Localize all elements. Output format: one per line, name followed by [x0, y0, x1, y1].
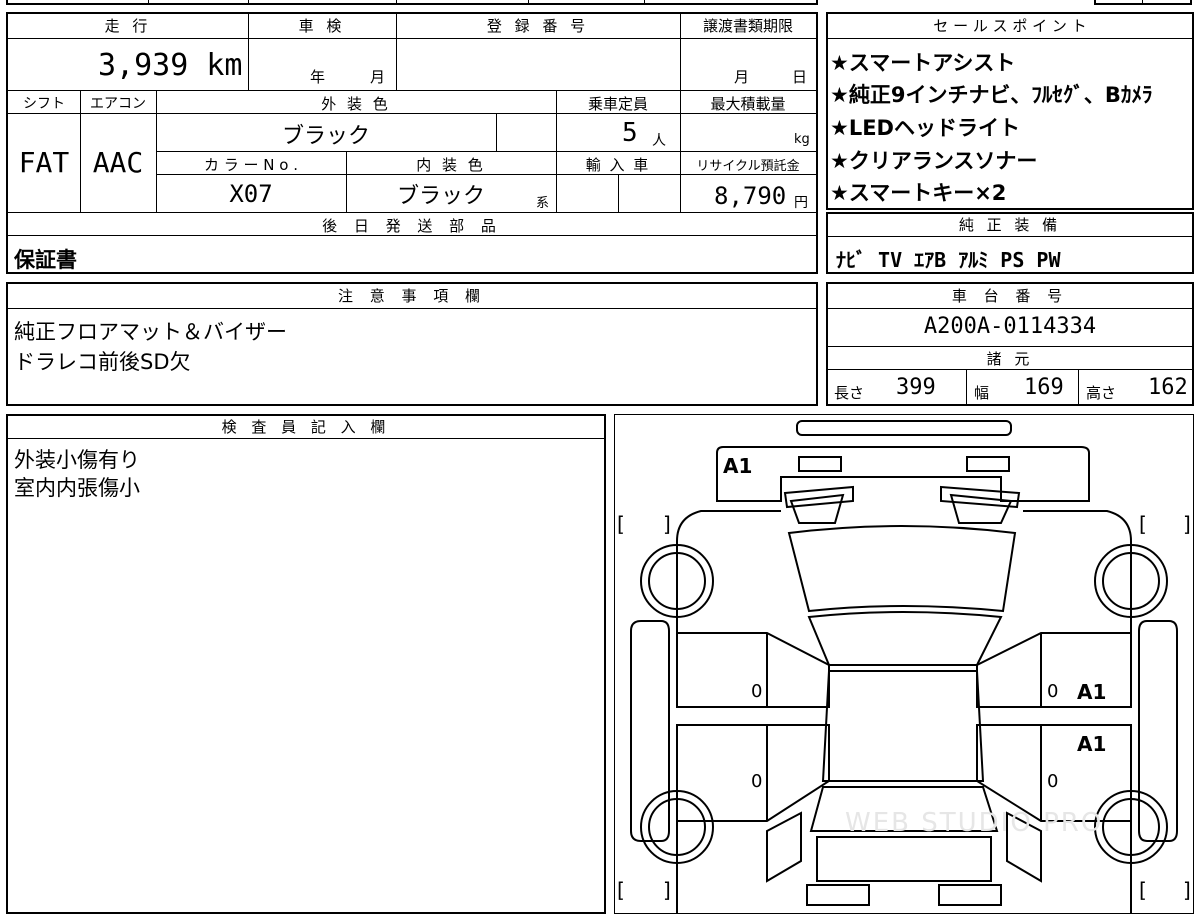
- sales-point-item: ★スマートアシスト: [830, 51, 1016, 75]
- sales-point-item: ★LEDヘッドライト: [830, 116, 1020, 140]
- chassis-specs-box: 車 台 番 号 A200A-0114334 諸 元 長さ 399 幅 169 高…: [826, 282, 1194, 406]
- inspector-box: 検 査 員 記 入 欄 外装小傷有り 室内内張傷小: [6, 414, 606, 914]
- later-parts-value: 保証書: [14, 248, 77, 272]
- inspector-note-item: 外装小傷有り: [14, 448, 140, 472]
- color-no-label: カ ラ ー N o .: [203, 156, 298, 174]
- max-load-unit: kg: [794, 132, 810, 147]
- bracket: [: [617, 878, 625, 902]
- transfer-deadline-label: 譲渡書類期限: [702, 17, 793, 35]
- car-outline: A1 A1 A1 0 0 0 0 [ ] [ ] [ ] [ ] WEB STU…: [617, 420, 1191, 913]
- length-value: 399: [896, 375, 936, 400]
- bracket: [: [617, 512, 625, 536]
- transfer-month: 月: [734, 68, 750, 86]
- mileage-value: 3,939 km: [98, 48, 243, 83]
- zero-mark: 0: [1047, 771, 1058, 792]
- sales-points-box: セ ー ル ス ポ イ ン ト ★スマートアシスト ★純正9インチナビ、ﾌﾙｾｸ…: [826, 12, 1194, 210]
- top-strip-right: [1094, 0, 1192, 5]
- width-label: 幅: [974, 384, 990, 402]
- zero-mark: 0: [751, 771, 762, 792]
- factory-equipment-label: 純 正 装 備: [958, 216, 1062, 234]
- note-item: 純正フロアマット＆バイザー: [14, 320, 287, 344]
- sales-points-label: セ ー ル ス ポ イ ン ト: [933, 17, 1087, 35]
- mileage-label: 走 行: [104, 17, 152, 35]
- vehicle-info-table: 走 行 車 検 登 録 番 号 譲渡書類期限 3,939 km 年 月 月 日 …: [6, 12, 818, 274]
- bracket: ]: [663, 878, 671, 902]
- recycle-label: リサイクル預託金: [696, 159, 800, 174]
- damage-mark: A1: [1077, 732, 1106, 756]
- note-item: ドラレコ前後SD欠: [14, 350, 191, 374]
- zero-mark: 0: [751, 681, 762, 702]
- shift-label: シフト: [23, 96, 65, 112]
- inspection-label: 車 検: [298, 17, 346, 35]
- specs-label: 諸 元: [986, 350, 1034, 368]
- registration-label: 登 録 番 号: [486, 17, 590, 35]
- capacity-unit: 人: [652, 133, 666, 149]
- import-label: 輸 入 車: [585, 156, 651, 174]
- bracket: [: [1139, 878, 1147, 902]
- top-strip: [6, 0, 818, 5]
- max-load-label: 最大積載量: [710, 95, 786, 113]
- aircon-label: エアコン: [90, 96, 146, 112]
- inspector-label: 検 査 員 記 入 欄: [221, 418, 391, 436]
- interior-color-value: ブラック: [396, 184, 485, 209]
- interior-color-suffix: 系: [536, 196, 550, 211]
- transfer-day: 日: [792, 68, 808, 86]
- capacity-label: 乗車定員: [587, 95, 648, 113]
- inspection-month: 月: [370, 68, 386, 86]
- sales-point-item: ★クリアランスソナー: [830, 149, 1038, 173]
- chassis-number: A200A-0114334: [923, 314, 1097, 339]
- factory-equipment-value: ﾅﾋﾞ TV ｴｱB ｱﾙﾐ PS PW: [836, 248, 1061, 272]
- zero-mark: 0: [1047, 681, 1058, 702]
- recycle-fee-unit: 円: [794, 195, 808, 211]
- interior-label: 内 装 色: [416, 156, 486, 174]
- exterior-color-value: ブラック: [281, 124, 370, 149]
- damage-diagram: A1 A1 A1 0 0 0 0 [ ] [ ] [ ] [ ] WEB STU…: [614, 414, 1194, 914]
- chassis-label: 車 台 番 号: [951, 287, 1069, 305]
- damage-mark: A1: [1077, 680, 1106, 704]
- bracket: [: [1139, 512, 1147, 536]
- length-label: 長さ: [834, 384, 865, 402]
- inspector-note-item: 室内内張傷小: [14, 476, 140, 500]
- shift-value: FAT: [18, 146, 70, 179]
- height-value: 162: [1148, 375, 1188, 400]
- sales-point-item: ★純正9インチナビ、ﾌﾙｾｸﾞ、Bｶﾒﾗ: [830, 83, 1153, 107]
- bracket: ]: [1183, 512, 1191, 536]
- height-label: 高さ: [1086, 384, 1117, 402]
- watermark: WEB STUDIO PRO: [845, 808, 1103, 838]
- sales-point-item: ★スマートキー×2: [830, 181, 1007, 205]
- color-no-value: X07: [229, 180, 273, 208]
- inspection-year: 年: [310, 68, 326, 86]
- width-value: 169: [1024, 375, 1064, 400]
- exterior-label: 外 装 色: [321, 95, 391, 113]
- notes-box: 注 意 事 項 欄 純正フロアマット＆バイザー ドラレコ前後SD欠: [6, 282, 818, 406]
- aircon-value: AAC: [92, 146, 144, 179]
- bracket: ]: [663, 512, 671, 536]
- capacity-value: 5: [622, 118, 638, 148]
- recycle-fee-value: 8,790: [714, 182, 787, 210]
- damage-mark: A1: [723, 454, 752, 478]
- bracket: ]: [1183, 878, 1191, 902]
- notes-label: 注 意 事 項 欄: [337, 287, 487, 305]
- later-parts-label: 後 日 発 送 部 品: [322, 217, 502, 235]
- factory-equipment-box: 純 正 装 備 ﾅﾋﾞ TV ｴｱB ｱﾙﾐ PS PW: [826, 212, 1194, 274]
